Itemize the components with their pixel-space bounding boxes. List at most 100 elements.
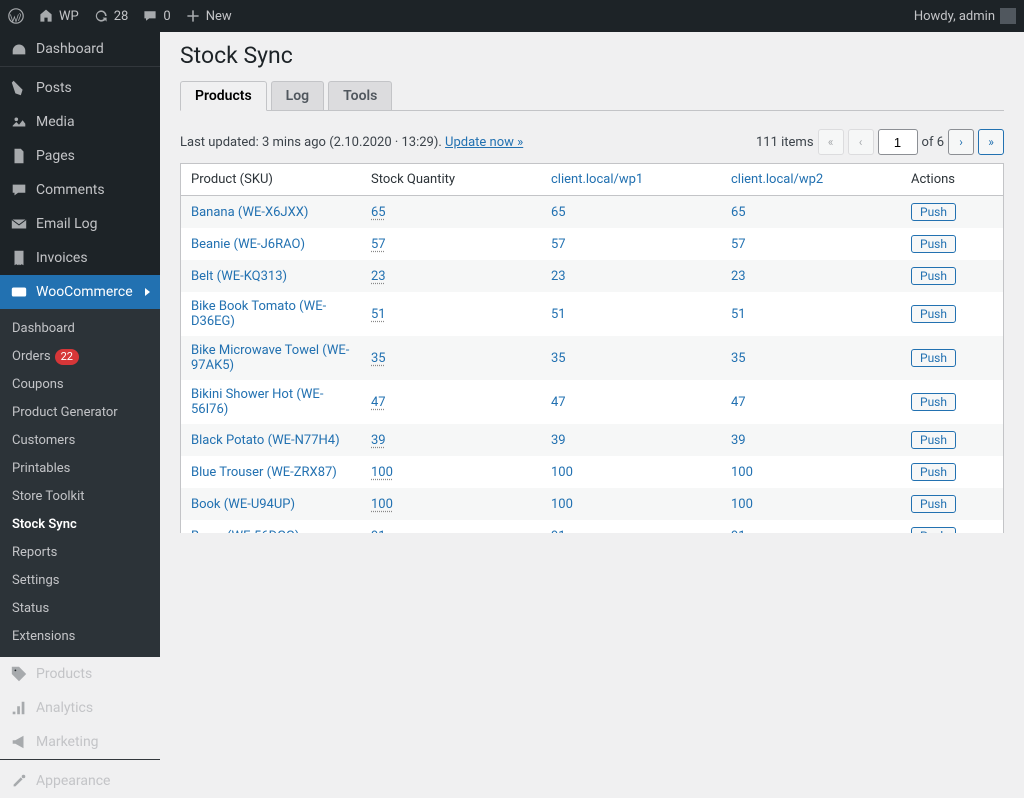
stock-qty[interactable]: 35 [371,351,386,366]
stock-qty[interactable]: 47 [371,395,386,410]
site2-qty: 57 [731,237,746,252]
th-site1[interactable]: client.local/wp1 [541,164,721,196]
site1-qty: 23 [551,269,566,284]
menu-marketing[interactable]: Marketing [0,725,160,759]
site2-qty: 100 [731,465,753,480]
page-prev[interactable]: ‹ [848,129,874,155]
table-row: Bike Book Tomato (WE-D36EG) 51 51 51 Push [181,292,1003,336]
update-now-link[interactable]: Update now » [445,135,523,150]
last-updated: Last updated: 3 mins ago (2.10.2020 · 13… [180,135,523,150]
table-row: Bike Microwave Towel (WE-97AK5)353535Pus… [181,336,1003,380]
menu-emaillog[interactable]: Email Log [0,207,160,241]
product-link[interactable]: Black Potato (WE-N77H4) [191,433,340,448]
stock-qty[interactable]: 23 [371,269,386,284]
product-link[interactable]: Belt (WE-KQ313) [191,269,287,284]
site2-qty: 47 [731,395,746,410]
submenu-extensions[interactable]: Extensions [0,623,160,651]
menu-dashboard[interactable]: Dashboard [0,32,160,66]
menu-products[interactable]: Products [0,657,160,691]
table-row: Banana (WE-X6JXX)656565Push [181,196,1003,228]
stock-qty[interactable]: 51 [371,307,386,322]
submenu-dashboard[interactable]: Dashboard [0,315,160,343]
updates[interactable]: 28 [93,8,129,24]
menu-posts[interactable]: Posts [0,71,160,105]
howdy[interactable]: Howdy, admin [914,8,1016,24]
site1-qty: 35 [551,351,566,366]
submenu-coupons[interactable]: Coupons [0,371,160,399]
submenu-customers[interactable]: Customers [0,427,160,455]
site2-qty: 23 [731,269,746,284]
submenu-reports[interactable]: Reports [0,539,160,567]
comments-count[interactable]: 0 [142,8,170,24]
stock-qty[interactable]: 100 [371,497,393,512]
submenu-settings[interactable]: Settings [0,567,160,595]
items-count: 111 items [756,135,814,150]
menu-woocommerce[interactable]: WooCommerce [0,275,160,309]
product-link[interactable]: Bike Book Tomato (WE-D36EG) [191,299,326,329]
menu-media[interactable]: Media [0,105,160,139]
stock-qty[interactable]: 100 [371,465,393,480]
table-row: Bikini Shower Hot (WE-56I76) 47 47 47 Push [181,380,1003,424]
push-button[interactable]: Push [911,349,956,367]
site1-qty: 47 [551,395,566,410]
site2-qty: 91 [731,529,746,534]
product-link[interactable]: Brass (WE-56DGG) [191,529,299,534]
product-link[interactable]: Blue Trouser (WE-ZRX87) [191,465,337,480]
tab-products[interactable]: Products [180,81,267,111]
product-link[interactable]: Bikini Shower Hot (WE-56I76) [191,387,323,417]
submenu-status[interactable]: Status [0,595,160,623]
page-last[interactable]: » [978,129,1004,155]
submenu-orders[interactable]: Orders22 [0,343,160,371]
th-site2[interactable]: client.local/wp2 [721,164,901,196]
product-link[interactable]: Banana (WE-X6JXX) [191,205,308,220]
site-name[interactable]: WP [38,8,79,24]
push-button[interactable]: Push [911,267,956,285]
orders-badge: 22 [55,349,79,365]
submenu-product-generator[interactable]: Product Generator [0,399,160,427]
push-button[interactable]: Push [911,235,956,253]
submenu-printables[interactable]: Printables [0,455,160,483]
site1-qty: 65 [551,205,566,220]
avatar [1000,8,1016,24]
product-link[interactable]: Book (WE-U94UP) [191,497,295,512]
menu-analytics[interactable]: Analytics [0,691,160,725]
push-button[interactable]: Push [911,203,956,221]
site1-qty: 100 [551,497,573,512]
new-content[interactable]: New [185,8,232,24]
menu-comments[interactable]: Comments [0,173,160,207]
th-stock: Stock Quantity [361,164,541,196]
stock-qty[interactable]: 39 [371,433,386,448]
table-row: Belt (WE-KQ313) 23 23 23 Push [181,260,1003,292]
submenu-stock-sync[interactable]: Stock Sync [0,511,160,539]
push-button[interactable]: Push [911,463,956,481]
th-product: Product (SKU) [181,164,361,196]
tab-tools[interactable]: Tools [328,81,392,111]
menu-appearance[interactable]: Appearance [0,764,160,798]
stock-qty[interactable]: 91 [371,529,386,534]
page-next[interactable]: › [948,129,974,155]
site2-qty: 51 [731,307,746,322]
chevron-right-icon [145,288,150,296]
push-button[interactable]: Push [911,431,956,449]
product-link[interactable]: Bike Microwave Towel (WE-97AK5) [191,343,349,373]
push-button[interactable]: Push [911,527,956,533]
site1-qty: 100 [551,465,573,480]
table-row: Black Potato (WE-N77H4) 39 39 39 Push [181,424,1003,456]
stock-qty[interactable]: 57 [371,237,386,252]
tab-log[interactable]: Log [271,81,324,111]
push-button[interactable]: Push [911,305,956,323]
site2-qty: 39 [731,433,746,448]
site1-qty: 51 [551,307,566,322]
menu-pages[interactable]: Pages [0,139,160,173]
push-button[interactable]: Push [911,495,956,513]
submenu-store-toolkit[interactable]: Store Toolkit [0,483,160,511]
push-button[interactable]: Push [911,393,956,411]
wp-logo[interactable] [8,8,24,24]
menu-invoices[interactable]: Invoices [0,241,160,275]
site1-qty: 57 [551,237,566,252]
page-first[interactable]: « [818,129,844,155]
site1-qty: 39 [551,433,566,448]
page-input[interactable] [878,129,918,155]
stock-qty[interactable]: 65 [371,205,386,220]
product-link[interactable]: Beanie (WE-J6RAO) [191,237,305,252]
